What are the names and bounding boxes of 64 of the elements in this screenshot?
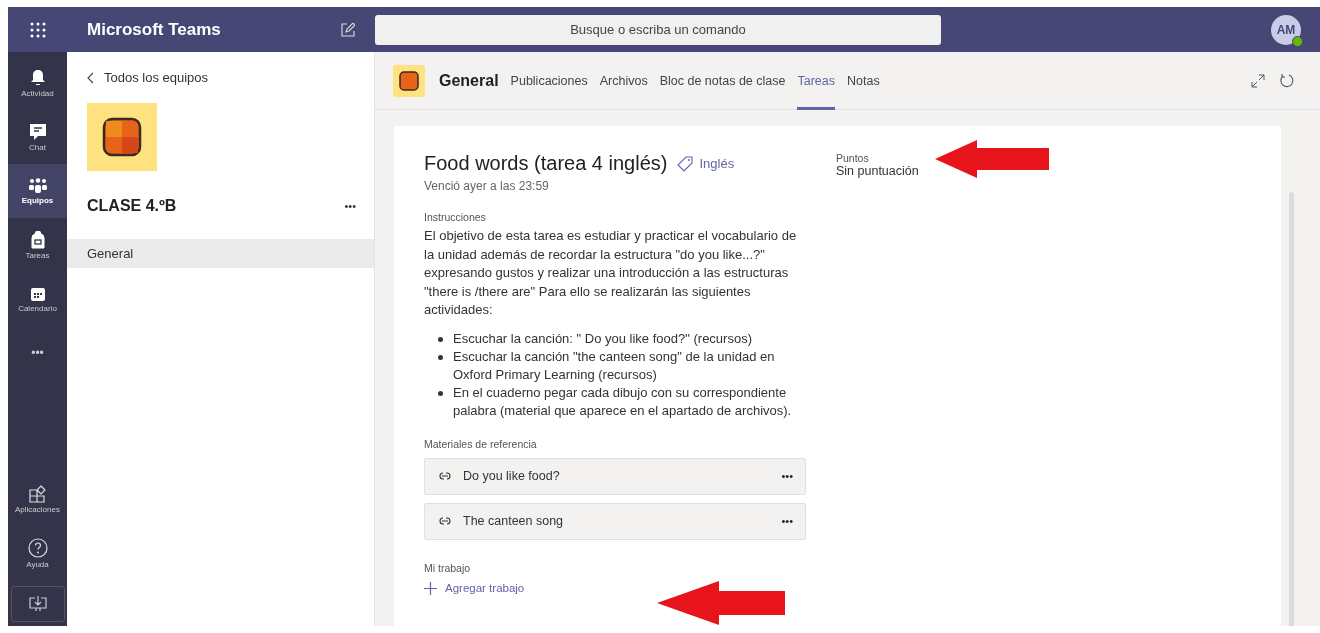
tab[interactable]: Bloc de notas de clase (659, 51, 786, 110)
activity-item: Escuchar la canción "the canteen song" de la unidad en Oxford Primary Learning (recursos) (453, 347, 776, 384)
tab[interactable]: Tareas (797, 51, 835, 110)
refresh-icon[interactable] (1279, 72, 1295, 89)
app-title: Microsoft Teams (87, 19, 221, 40)
bullet-icon (438, 390, 443, 396)
team-name: CLASE 4.ºB (87, 197, 177, 215)
points-label: Puntos (836, 152, 870, 164)
bullet-icon (438, 354, 443, 360)
tag-icon (677, 155, 694, 172)
due-date: Venció ayer a las 23:59 (424, 179, 550, 193)
user-avatar[interactable]: AM (1271, 14, 1301, 45)
download-icon (27, 595, 48, 613)
more-options[interactable]: ••• (344, 200, 356, 212)
link-icon (437, 470, 453, 482)
tab[interactable]: Publicaciones (510, 51, 588, 110)
apps-icon (28, 484, 47, 503)
scrollbar[interactable] (1289, 192, 1294, 626)
rail-item[interactable]: Ayuda (8, 526, 67, 580)
compose-icon[interactable] (341, 22, 355, 37)
rail-item[interactable]: Equipos (8, 164, 67, 218)
instructions-text: El objetivo de esta tarea es estudiar y practicar el vocabulario de la unidad además de recordar la estructura "do you like...?" expresando gustos y realizar una introducción a las estructuras "there is /there are" Para ello se realizarán las siguientes actividades: (424, 227, 798, 319)
link-icon (437, 515, 453, 527)
section-label: Materiales de referencia (424, 437, 538, 450)
rail-item[interactable]: Calendario (8, 272, 67, 326)
people-icon (27, 177, 48, 194)
rail-item[interactable]: Actividad (8, 56, 67, 110)
material-name: Do you like food? (463, 469, 561, 483)
reference-material[interactable]: Do you like food? ••• (424, 457, 806, 495)
download-app-button[interactable] (10, 586, 65, 622)
back-chevron-icon (87, 71, 94, 84)
more-options[interactable]: ••• (781, 515, 793, 527)
bell-icon (29, 68, 46, 87)
section-label: Instrucciones (424, 211, 487, 223)
reference-material[interactable]: The canteen song ••• (424, 502, 806, 540)
activity-item: Escuchar la canción: " Do you like food?" (recursos) (453, 329, 752, 348)
assignment-title: Food words (tarea 4 inglés) (424, 152, 668, 175)
expand-icon[interactable] (1251, 73, 1265, 88)
channel-title: General (439, 71, 499, 90)
material-name: The canteen song (463, 514, 565, 528)
tab[interactable]: Archivos (599, 51, 648, 110)
back-link[interactable]: Todos los equipos (87, 70, 374, 85)
rail-item[interactable]: ••• (8, 326, 67, 380)
chat-icon (28, 122, 47, 141)
points-value: Sin puntuación (836, 164, 919, 178)
add-work-button[interactable]: Agregar trabajo (424, 581, 525, 595)
activity-item: En el cuaderno pegar cada dibujo con su correspondiente palabra (material que aparece en el apartado de archivos). (453, 383, 793, 420)
team-logo (87, 103, 157, 171)
bullet-icon (438, 336, 443, 342)
channel-item[interactable]: General (67, 239, 374, 268)
app-launcher-icon[interactable] (29, 21, 46, 38)
calendar-icon (29, 285, 46, 302)
search-field[interactable]: Busque o escriba un comando (375, 14, 941, 45)
plus-icon (424, 581, 437, 595)
tab[interactable]: Notas (847, 51, 880, 110)
rail-item[interactable]: Chat (8, 110, 67, 164)
rail-item[interactable]: Aplicaciones (8, 472, 67, 526)
section-label: Mi trabajo (424, 561, 472, 574)
rail-item[interactable]: Tareas (8, 218, 67, 272)
help-icon (27, 537, 48, 558)
channel-logo (393, 64, 425, 97)
subject-tag[interactable]: Inglés (699, 156, 735, 171)
backpack-icon (29, 230, 46, 249)
more-options[interactable]: ••• (781, 470, 793, 482)
